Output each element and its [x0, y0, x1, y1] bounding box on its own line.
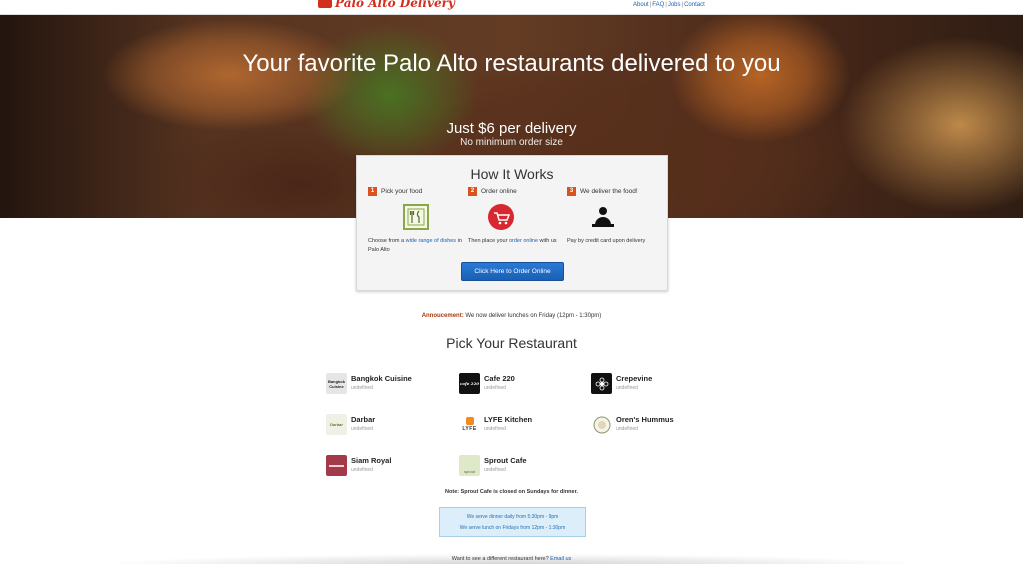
- hummus-bowl-icon: [593, 416, 610, 433]
- restaurant-name: Crepevine: [616, 374, 653, 383]
- restaurant-name: Sprout Cafe: [484, 456, 527, 465]
- restaurant-subtitle: undefined: [351, 426, 373, 432]
- lunch-hours: We serve lunch on Fridays from 12pm - 1:…: [459, 525, 566, 531]
- lyfe-logo: LYFE: [459, 414, 480, 435]
- step-2: 2 Order online Then place your order onli…: [468, 187, 568, 244]
- sprout-note: Note: Sprout Cafe is closed on Sundays f…: [445, 489, 578, 495]
- footer-text: Want to see a different restaurant here?: [451, 556, 551, 562]
- restaurant-crepevine[interactable]: Crepevine undefined: [591, 373, 711, 397]
- restaurant-siam-royal[interactable]: Siam Royal undefined: [326, 455, 446, 479]
- step-number: 2: [468, 187, 477, 196]
- restaurant-logo: Bangkok Cuisine: [326, 373, 347, 394]
- delivery-person-icon: [592, 207, 614, 227]
- nav-about-link[interactable]: About: [633, 2, 649, 8]
- restaurant-subtitle: undefined: [351, 385, 373, 391]
- restaurant-name: LYFE Kitchen: [484, 415, 533, 424]
- announcement: Annoucement: We now deliver lunches on F…: [0, 313, 1023, 319]
- restaurant-name: Siam Royal: [351, 456, 392, 465]
- nav-jobs-link[interactable]: Jobs: [668, 2, 681, 8]
- restaurant-subtitle: undefined: [484, 467, 506, 473]
- how-it-works-panel: How It Works 1 Pick your food Choose from…: [356, 155, 668, 291]
- step-label: Order online: [481, 188, 517, 195]
- announcement-label: Annoucement:: [421, 313, 464, 319]
- flower-icon: [595, 377, 608, 390]
- hero-title: Your favorite Palo Alto restaurants deli…: [242, 50, 781, 77]
- step-description: Pay by credit card upon delivery: [567, 238, 646, 244]
- restaurant-subtitle: undefined: [484, 426, 506, 432]
- step-number: 1: [368, 187, 377, 196]
- lyfe-mark-icon: [465, 417, 474, 425]
- restaurant-logo: sprout: [459, 455, 480, 476]
- restaurant-subtitle: undefined: [616, 385, 638, 391]
- step-label: We deliver the food!: [580, 188, 638, 195]
- nav-contact-link[interactable]: Contact: [684, 2, 705, 8]
- crepevine-logo: [591, 373, 612, 394]
- step-description: Then place your order online with us: [468, 238, 557, 244]
- restaurant-lyfe-kitchen[interactable]: LYFE LYFE Kitchen undefined: [459, 414, 579, 438]
- site-logo[interactable]: Palo Alto Delivery: [318, 0, 455, 10]
- restaurant-name: Bangkok Cuisine: [351, 374, 412, 383]
- step-1: 1 Pick your food Choose from a wide range…: [368, 187, 468, 253]
- step-label: Pick your food: [381, 188, 423, 195]
- restaurant-logo: Darbar: [326, 414, 347, 435]
- restaurant-orens-hummus[interactable]: Oren's Hummus undefined: [591, 414, 711, 438]
- siam-stripe: [329, 464, 344, 467]
- restaurant-name: Darbar: [351, 415, 376, 424]
- restaurant-cafe-220[interactable]: cafe 220 Cafe 220 undefined: [459, 373, 579, 397]
- siam-royal-logo: [326, 455, 347, 476]
- truck-icon: [318, 0, 332, 8]
- hero-price: Just $6 per delivery: [446, 120, 577, 137]
- order-online-link[interactable]: order online: [509, 238, 538, 244]
- restaurant-subtitle: undefined: [351, 467, 373, 473]
- top-bar: Palo Alto Delivery About|FAQ|Jobs|Contac…: [0, 0, 1023, 15]
- restaurant-subtitle: undefined: [484, 385, 506, 391]
- nav-faq-link[interactable]: FAQ: [652, 2, 664, 8]
- restaurant-sprout-cafe[interactable]: sprout Sprout Cafe undefined: [459, 455, 579, 479]
- hero-subtitle: No minimum order size: [460, 137, 563, 148]
- pick-restaurant-title: Pick Your Restaurant: [446, 335, 577, 351]
- how-it-works-title: How It Works: [470, 166, 554, 182]
- logo-text: Palo Alto Delivery: [335, 0, 455, 10]
- cart-icon: [488, 204, 514, 230]
- restaurant-darbar[interactable]: Darbar Darbar undefined: [326, 414, 446, 438]
- restaurant-bangkok-cuisine[interactable]: Bangkok Cuisine Bangkok Cuisine undefine…: [326, 373, 446, 397]
- announcement-text: We now deliver lunches on Friday (12pm -…: [463, 313, 602, 319]
- menu-icon: [403, 204, 429, 230]
- restaurant-name: Oren's Hummus: [616, 415, 674, 424]
- step-number: 3: [567, 187, 576, 196]
- top-nav: About|FAQ|Jobs|Contact: [633, 2, 705, 8]
- hours-box: We serve dinner daily from 5:30pm - 9pm …: [439, 507, 586, 537]
- step-3: 3 We deliver the food! Pay by credit card…: [567, 187, 667, 244]
- wide-range-link[interactable]: wide range of dishes: [406, 238, 456, 244]
- dinner-hours: We serve dinner daily from 5:30pm - 9pm: [466, 514, 559, 520]
- order-online-button[interactable]: Click Here to Order Online: [461, 262, 564, 281]
- restaurant-subtitle: undefined: [616, 426, 638, 432]
- orens-logo: [591, 414, 612, 435]
- restaurant-name: Cafe 220: [484, 374, 515, 383]
- step-description: Choose from a wide range of dishes in Pa…: [368, 238, 462, 253]
- restaurant-logo: cafe 220: [459, 373, 480, 394]
- email-us-link[interactable]: Email us: [550, 556, 571, 562]
- footer: Want to see a different restaurant here?…: [0, 556, 1023, 562]
